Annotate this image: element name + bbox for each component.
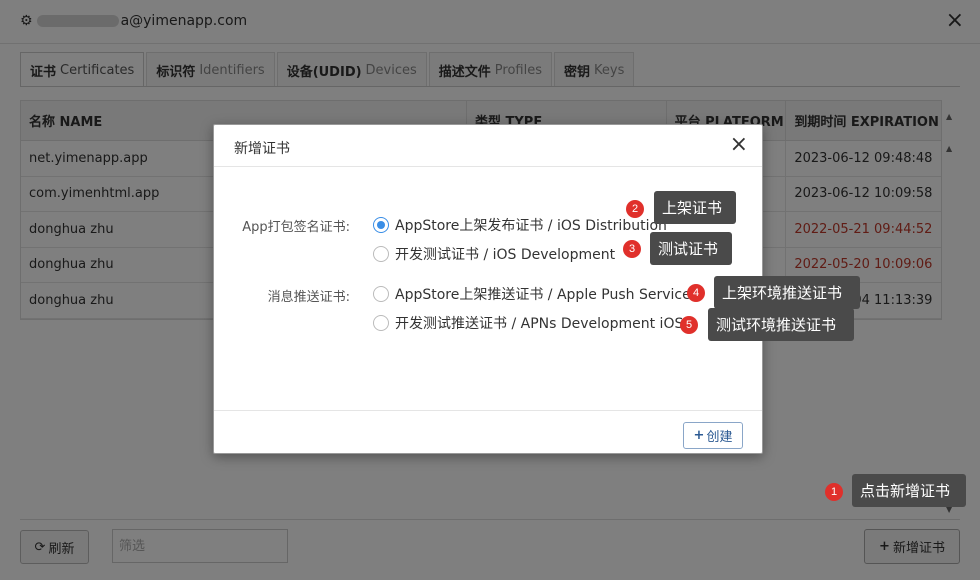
callout-number-badge: 3 <box>623 240 641 258</box>
option-label: AppStore上架发布证书 / iOS Distribution <box>395 218 667 234</box>
option-label: 开发测试证书 / iOS Development <box>395 247 616 263</box>
dialog-footer: + 创建 <box>214 410 762 454</box>
callout-development-cert: 测试证书 <box>650 232 732 265</box>
radio-icon[interactable] <box>373 315 389 331</box>
option-ios-development[interactable]: 开发测试证书 / iOS Development <box>373 244 615 264</box>
push-cert-label: 消息推送证书: <box>267 290 350 305</box>
callout-push-development-cert: 测试环境推送证书 <box>708 308 854 341</box>
option-apple-push-services[interactable]: AppStore上架推送证书 / Apple Push Services <box>373 284 698 304</box>
callout-distribution-cert: 上架证书 <box>654 191 736 224</box>
new-certificate-dialog: 新增证书 × App打包签名证书: AppStore上架发布证书 / iOS D… <box>213 124 763 454</box>
radio-icon[interactable] <box>373 246 389 262</box>
dialog-header: 新增证书 × <box>214 125 762 167</box>
option-appstore-distribution[interactable]: AppStore上架发布证书 / iOS Distribution <box>373 215 667 235</box>
option-label: AppStore上架推送证书 / Apple Push Services <box>395 287 698 303</box>
callout-add-certificate: 点击新增证书 <box>852 474 966 507</box>
sign-cert-label: App打包签名证书: <box>242 220 350 235</box>
option-apns-development[interactable]: 开发测试推送证书 / APNs Development iOS <box>373 313 683 333</box>
dialog-close-icon[interactable]: × <box>730 134 748 156</box>
callout-number-badge: 1 <box>825 483 843 501</box>
dialog-title: 新增证书 <box>234 141 290 157</box>
callout-number-badge: 2 <box>626 200 644 218</box>
create-label: 创建 <box>706 430 733 445</box>
radio-checked-icon[interactable] <box>373 217 389 233</box>
option-label: 开发测试推送证书 / APNs Development iOS <box>395 316 684 332</box>
callout-number-badge: 4 <box>687 284 705 302</box>
callout-push-production-cert: 上架环境推送证书 <box>714 276 860 309</box>
create-button[interactable]: + 创建 <box>683 422 743 449</box>
callout-number-badge: 5 <box>680 316 698 334</box>
radio-icon[interactable] <box>373 286 389 302</box>
plus-icon: + <box>693 428 705 443</box>
